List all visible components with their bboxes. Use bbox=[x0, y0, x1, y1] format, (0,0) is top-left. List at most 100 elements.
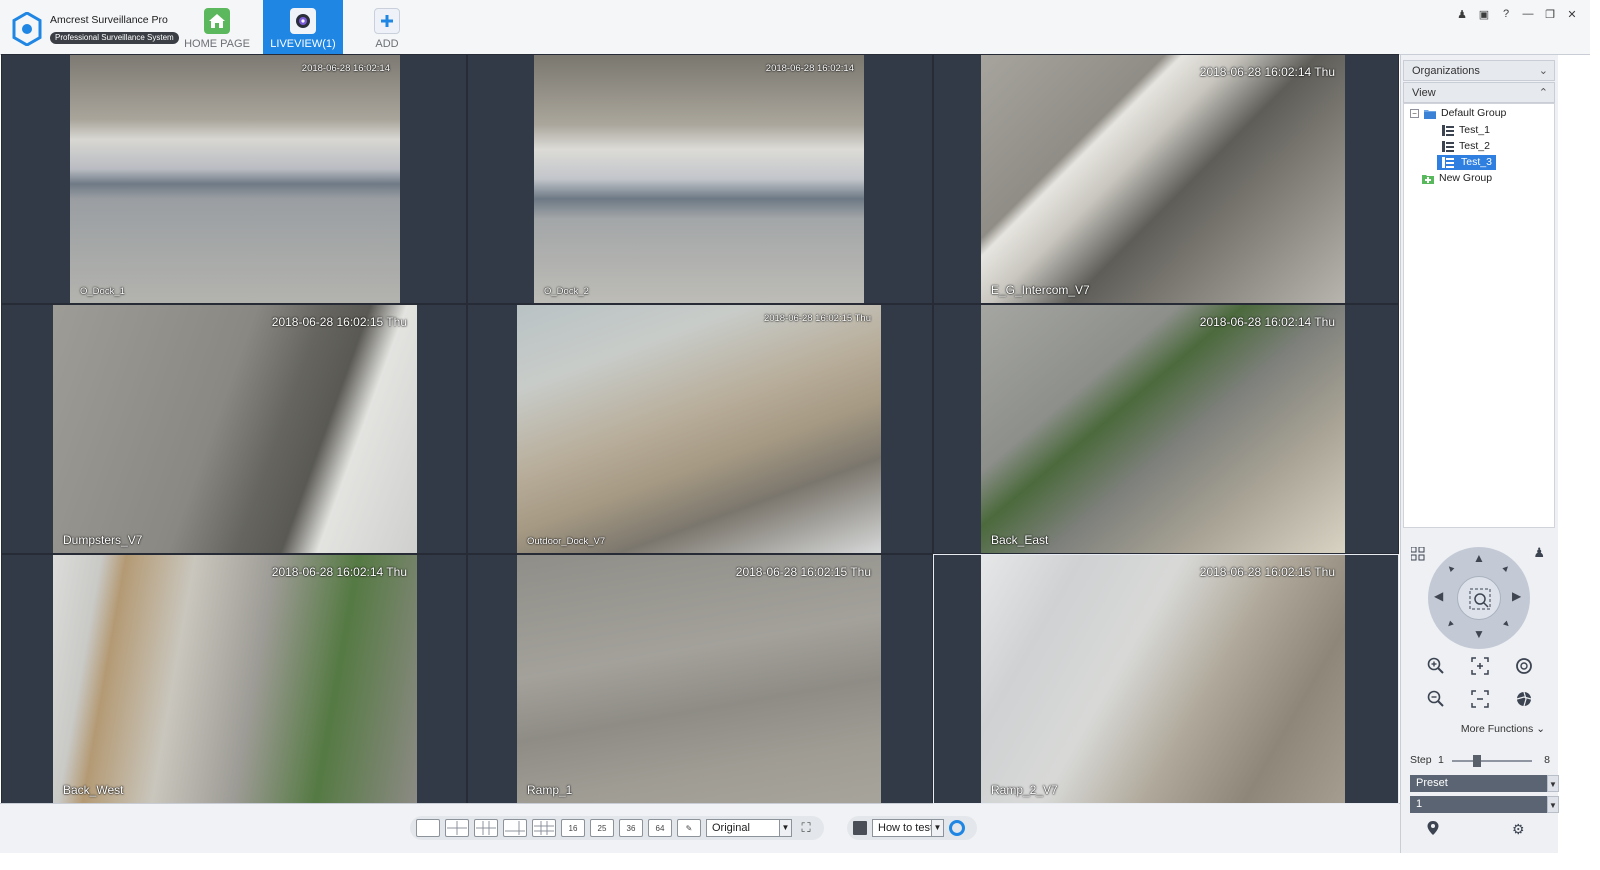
zoom-out-icon[interactable] bbox=[1425, 688, 1447, 710]
video-cell[interactable]: 2018-06-28 16:02:14 Thu Back_East bbox=[933, 304, 1399, 554]
camera-name: Ramp_2_V7 bbox=[991, 783, 1058, 797]
device-icon bbox=[1442, 125, 1454, 136]
iris-open-icon[interactable] bbox=[1513, 655, 1535, 677]
minimize-icon[interactable]: — bbox=[1522, 8, 1534, 21]
layout-25-button[interactable]: 25 bbox=[590, 819, 614, 837]
test-toolbar: How to test ▼ bbox=[847, 816, 977, 840]
layout-1-button[interactable] bbox=[416, 819, 440, 837]
how-to-test-select[interactable]: How to test ▼ bbox=[872, 819, 944, 837]
preset-select[interactable]: Preset ▼ bbox=[1410, 775, 1559, 792]
restore-icon[interactable]: ❐ bbox=[1544, 8, 1556, 21]
camera-name: O_Dock_1 bbox=[80, 286, 125, 297]
arrow-down-left-icon[interactable]: ▼ bbox=[1444, 617, 1457, 630]
step-min: 1 bbox=[1438, 754, 1444, 766]
step-label: Step bbox=[1410, 754, 1432, 766]
tab-add[interactable]: ADD bbox=[362, 0, 412, 55]
how-to-test-value: How to test bbox=[878, 822, 934, 834]
video-cell-selected[interactable]: 2018-06-28 16:02:15 Thu Ramp_2_V7 bbox=[933, 554, 1399, 804]
video-cell[interactable]: 2018-06-28 16:02:15 Thu Ramp_1 bbox=[467, 554, 933, 804]
window-controls: ♟ ▣ ? — ❐ ✕ bbox=[1456, 8, 1578, 21]
tree-group-label: Default Group bbox=[1441, 107, 1507, 119]
tree-item[interactable]: Test_2 bbox=[1442, 139, 1490, 154]
focus-far-icon[interactable] bbox=[1469, 688, 1491, 710]
camera-feed: 2018-06-28 16:02:15 Thu Ramp_2_V7 bbox=[981, 555, 1345, 803]
layout-8-button[interactable] bbox=[503, 819, 527, 837]
tree-item-label: Test_2 bbox=[1459, 140, 1490, 152]
organizations-label: Organizations bbox=[1412, 65, 1480, 77]
camera-feed: 2018-06-28 16:02:14 O_Dock_1 bbox=[70, 55, 400, 303]
camera-name: Back_West bbox=[63, 783, 124, 797]
step-max: 8 bbox=[1544, 754, 1550, 766]
camera-feed: 2018-06-28 16:02:14 Thu Back_East bbox=[981, 305, 1345, 553]
layout-16-button[interactable]: 16 bbox=[561, 819, 585, 837]
layout-64-button[interactable]: 64 bbox=[648, 819, 672, 837]
camera-timestamp: 2018-06-28 16:02:14 Thu bbox=[271, 565, 407, 579]
camera-feed: 2018-06-28 16:02:14 O_Dock_2 bbox=[534, 55, 864, 303]
tree-item[interactable]: Test_1 bbox=[1442, 123, 1490, 138]
refresh-icon[interactable] bbox=[949, 820, 965, 836]
camera-timestamp: 2018-06-28 16:02:14 Thu bbox=[1199, 65, 1335, 79]
person-icon[interactable]: ♟ bbox=[1533, 545, 1545, 561]
tab-liveview-label: LIVEVIEW(1) bbox=[270, 38, 336, 50]
arrow-up-icon[interactable]: ▲ bbox=[1473, 551, 1485, 565]
help-icon[interactable]: ? bbox=[1500, 8, 1512, 21]
new-group[interactable]: New Group bbox=[1422, 171, 1492, 186]
fullscreen-icon[interactable]: ⛶ bbox=[797, 820, 815, 836]
collapse-icon[interactable]: − bbox=[1410, 109, 1419, 118]
tree-item-selected[interactable]: Test_3 bbox=[1437, 155, 1496, 170]
video-cell[interactable]: 2018-06-28 16:02:15 Thu Dumpsters_V7 bbox=[1, 304, 467, 554]
step-control: Step 1 8 bbox=[1410, 754, 1552, 768]
save-icon[interactable] bbox=[853, 821, 867, 835]
chevron-down-icon: ▼ bbox=[1547, 775, 1559, 792]
camera-timestamp: 2018-06-28 16:02:15 Thu bbox=[1199, 565, 1335, 579]
step-slider[interactable] bbox=[1452, 755, 1532, 767]
arrow-up-right-icon[interactable]: ▲ bbox=[1500, 561, 1513, 574]
aspect-ratio-select[interactable]: Original ▼ bbox=[706, 819, 792, 837]
video-cell[interactable]: 2018-06-28 16:02:15 Thu Outdoor_Dock_V7 bbox=[467, 304, 933, 554]
ptz-center-button[interactable] bbox=[1457, 576, 1501, 620]
right-panel: Organizations ⌄ View ⌃ − Default Group T… bbox=[1400, 55, 1559, 853]
camera-timestamp: 2018-06-28 16:02:14 Thu bbox=[1199, 315, 1335, 329]
preset-label: Preset bbox=[1416, 777, 1448, 789]
arrow-down-icon[interactable]: ▼ bbox=[1473, 627, 1485, 641]
tree-group[interactable]: − Default Group bbox=[1410, 106, 1506, 121]
tab-liveview[interactable]: LIVEVIEW(1) bbox=[263, 0, 343, 55]
user-icon[interactable]: ♟ bbox=[1456, 8, 1468, 21]
layout-6-button[interactable] bbox=[474, 819, 498, 837]
lock-icon[interactable]: ▣ bbox=[1478, 8, 1490, 21]
video-cell[interactable]: 2018-06-28 16:02:14 Thu Back_West bbox=[1, 554, 467, 804]
iris-close-icon[interactable] bbox=[1513, 688, 1535, 710]
camera-name: E_G_Intercom_V7 bbox=[991, 283, 1090, 297]
view-header[interactable]: View ⌃ bbox=[1403, 82, 1555, 103]
arrow-left-icon[interactable]: ◀ bbox=[1434, 589, 1443, 603]
zoom-in-icon[interactable] bbox=[1425, 655, 1447, 677]
arrow-right-icon[interactable]: ▶ bbox=[1512, 589, 1521, 603]
video-cell[interactable]: 2018-06-28 16:02:14 Thu E_G_Intercom_V7 bbox=[933, 54, 1399, 304]
arrow-up-left-icon[interactable]: ▲ bbox=[1444, 561, 1457, 574]
preset-number-value: 1 bbox=[1416, 798, 1423, 810]
camera-timestamp: 2018-06-28 16:02:15 Thu bbox=[735, 565, 871, 579]
close-icon[interactable]: ✕ bbox=[1566, 8, 1578, 21]
layout-36-button[interactable]: 36 bbox=[619, 819, 643, 837]
tab-add-label: ADD bbox=[375, 38, 399, 50]
location-pin-icon[interactable] bbox=[1427, 821, 1439, 840]
tab-home-page[interactable]: HOME PAGE bbox=[180, 0, 254, 55]
organizations-header[interactable]: Organizations ⌄ bbox=[1403, 60, 1555, 81]
chevron-up-icon: ⌃ bbox=[1538, 87, 1548, 99]
app-logo: Amcrest Surveillance Pro Professional Su… bbox=[12, 11, 179, 47]
video-cell[interactable]: 2018-06-28 16:02:14 O_Dock_1 bbox=[1, 54, 467, 304]
custom-layout-icon[interactable]: ✎ bbox=[677, 819, 701, 837]
ptz-direction-wheel[interactable]: ▲ ▼ ◀ ▶ ▲ ▲ ▼ ▼ bbox=[1428, 547, 1530, 649]
layout-4-button[interactable] bbox=[445, 819, 469, 837]
settings-gear-icon[interactable]: ⚙ bbox=[1512, 821, 1525, 838]
preset-number-select[interactable]: 1 ▼ bbox=[1410, 796, 1559, 813]
layout-9-button[interactable] bbox=[532, 819, 556, 837]
step-slider-thumb[interactable] bbox=[1472, 755, 1481, 767]
focus-near-icon[interactable] bbox=[1469, 655, 1491, 677]
layout-grid-icon[interactable] bbox=[1410, 546, 1425, 561]
video-cell[interactable]: 2018-06-28 16:02:14 O_Dock_2 bbox=[467, 54, 933, 304]
camera-timestamp: 2018-06-28 16:02:14 bbox=[301, 63, 390, 74]
app-name: Amcrest Surveillance Pro bbox=[50, 13, 168, 26]
more-functions-button[interactable]: More Functions ⌄ bbox=[1461, 723, 1545, 735]
new-group-label: New Group bbox=[1439, 172, 1493, 184]
